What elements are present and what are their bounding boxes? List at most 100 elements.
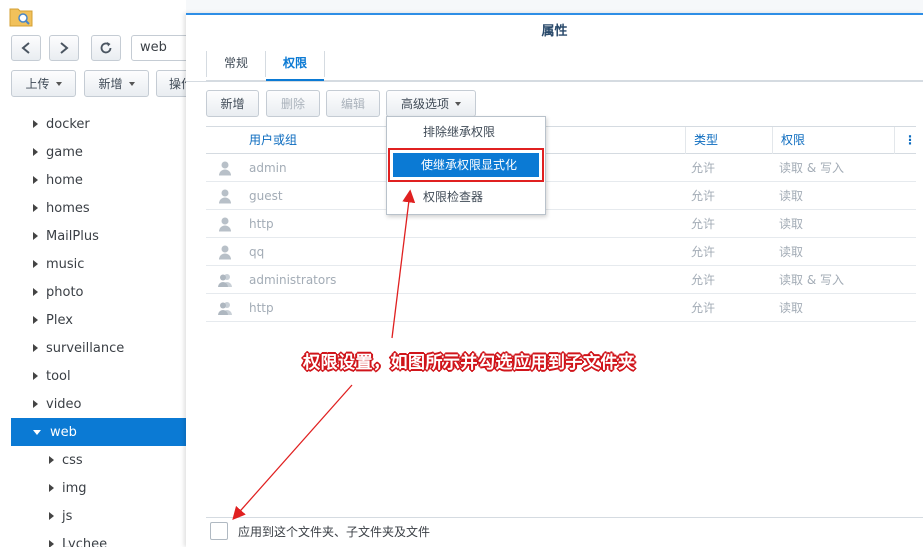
- new-button[interactable]: 新增: [84, 70, 149, 97]
- action-label: 操作: [169, 77, 186, 91]
- row-type: 允许: [691, 161, 716, 175]
- tree-item-video[interactable]: video: [11, 390, 186, 418]
- table-row[interactable]: administrators 允许 读取 & 写入: [206, 266, 916, 294]
- annotation-text: 权限设置，如图所示并勾选应用到子文件夹: [303, 353, 636, 373]
- row-permission: 读取: [779, 301, 804, 315]
- dialog-title: 属性: [541, 24, 568, 39]
- tree-item-music[interactable]: music: [11, 250, 186, 278]
- expand-right-icon[interactable]: [33, 176, 38, 184]
- add-button[interactable]: 新增: [206, 90, 259, 117]
- folder-tree: docker game home homes MailPlus music photo Ple…: [11, 110, 186, 547]
- table-row[interactable]: qq 允许 读取: [206, 238, 916, 266]
- expand-right-icon[interactable]: [49, 540, 54, 547]
- expand-right-icon[interactable]: [49, 456, 54, 464]
- row-type: 允许: [691, 301, 716, 315]
- column-type[interactable]: 类型: [694, 127, 718, 154]
- table-row[interactable]: admin 允许 读取 & 写入: [206, 154, 916, 182]
- user-icon: [219, 217, 231, 232]
- tree-item-docker[interactable]: docker: [11, 110, 186, 138]
- tree-item-homes[interactable]: homes: [11, 194, 186, 222]
- delete-button[interactable]: 删除: [266, 90, 320, 117]
- tree-item-game[interactable]: game: [11, 138, 186, 166]
- group-icon: [218, 302, 232, 315]
- table-row[interactable]: http 允许 读取: [206, 294, 916, 322]
- tree-item-js[interactable]: js: [11, 502, 186, 530]
- chevron-down-icon: [55, 81, 62, 86]
- advanced-options-label: 高级选项: [400, 97, 449, 111]
- expand-right-icon[interactable]: [33, 372, 38, 380]
- tree-item-label: docker: [46, 116, 90, 132]
- row-permission: 读取 & 写入: [779, 161, 844, 175]
- tree-item-label: homes: [46, 200, 90, 216]
- expand-right-icon[interactable]: [33, 120, 38, 128]
- column-divider: [894, 127, 895, 154]
- row-type: 允许: [691, 217, 716, 231]
- expand-right-icon[interactable]: [33, 204, 38, 212]
- row-permission: 读取 & 写入: [779, 273, 844, 287]
- highlight-box: 使继承权限显式化: [388, 148, 544, 182]
- chevron-down-icon: [128, 81, 135, 86]
- upload-button[interactable]: 上传: [11, 70, 76, 97]
- tree-item-label: MailPlus: [46, 228, 99, 244]
- apply-to-subfolders-checkbox[interactable]: [210, 522, 228, 540]
- path-input[interactable]: web: [131, 35, 186, 61]
- row-user: http: [249, 301, 274, 315]
- row-type: 允许: [691, 273, 716, 287]
- row-type: 允许: [691, 245, 716, 259]
- menu-item-exclude-inherit[interactable]: 排除继承权限: [387, 117, 545, 148]
- tab-divider: [324, 51, 326, 77]
- expand-right-icon[interactable]: [33, 148, 38, 156]
- table-row[interactable]: http 允许 读取: [206, 210, 916, 238]
- tree-item-plex[interactable]: Plex: [11, 306, 186, 334]
- tree-item-label: music: [46, 256, 85, 272]
- row-user: admin: [249, 161, 287, 175]
- tab-general[interactable]: 常规: [207, 49, 265, 81]
- tree-item-label: game: [46, 144, 83, 160]
- tree-item-home[interactable]: home: [11, 166, 186, 194]
- expand-right-icon[interactable]: [33, 400, 38, 408]
- expand-down-icon[interactable]: [33, 429, 41, 435]
- column-menu-icon[interactable]: ⋮: [904, 127, 916, 154]
- chevron-left-icon: [21, 42, 30, 54]
- user-icon: [219, 161, 231, 176]
- table-row[interactable]: guest 允许 读取: [206, 182, 916, 210]
- tree-item-tool[interactable]: tool: [11, 362, 186, 390]
- action-button[interactable]: 操作: [156, 70, 186, 97]
- tree-item-css[interactable]: css: [11, 446, 186, 474]
- tree-item-web[interactable]: web: [11, 418, 186, 446]
- column-divider: [772, 127, 773, 154]
- column-user[interactable]: 用户或组: [249, 127, 297, 154]
- row-user: guest: [249, 189, 283, 203]
- tree-item-photo[interactable]: photo: [11, 278, 186, 306]
- group-icon: [218, 274, 232, 287]
- tree-item-img[interactable]: img: [11, 474, 186, 502]
- permissions-table-header: 用户或组 类型 权限 ⋮: [206, 126, 916, 154]
- file-station-panel: web 上传 新增 操作 docker game home homes MailPlus…: [0, 0, 186, 547]
- forward-button[interactable]: [49, 35, 79, 61]
- column-divider: [685, 127, 686, 154]
- tree-item-surveillance[interactable]: surveillance: [11, 334, 186, 362]
- row-type: 允许: [691, 189, 716, 203]
- tree-item-label: js: [62, 508, 73, 524]
- expand-right-icon[interactable]: [33, 232, 38, 240]
- refresh-button[interactable]: [91, 35, 121, 61]
- tree-item-mailplus[interactable]: MailPlus: [11, 222, 186, 250]
- tree-item-label: tool: [46, 368, 71, 384]
- expand-right-icon[interactable]: [33, 288, 38, 296]
- expand-right-icon[interactable]: [49, 484, 54, 492]
- edit-button[interactable]: 编辑: [326, 90, 380, 117]
- expand-right-icon[interactable]: [33, 260, 38, 268]
- menu-item-make-inherit-explicit[interactable]: 使继承权限显式化: [387, 148, 545, 182]
- column-permission[interactable]: 权限: [781, 127, 805, 154]
- expand-right-icon[interactable]: [49, 512, 54, 520]
- advanced-options-button[interactable]: 高级选项: [386, 90, 476, 117]
- back-button[interactable]: [11, 35, 41, 61]
- tab-permissions[interactable]: 权限: [266, 49, 325, 81]
- menu-item-permission-inspector[interactable]: 权限检查器: [387, 182, 545, 213]
- tree-item-lychee[interactable]: Lychee: [11, 530, 186, 547]
- expand-right-icon[interactable]: [33, 316, 38, 324]
- expand-right-icon[interactable]: [33, 344, 38, 352]
- new-label: 新增: [98, 77, 123, 91]
- permissions-table-body: admin 允许 读取 & 写入 guest 允许 读取 http 允许 读取 qq 允许 读取 adm…: [206, 154, 916, 322]
- row-user: http: [249, 217, 274, 231]
